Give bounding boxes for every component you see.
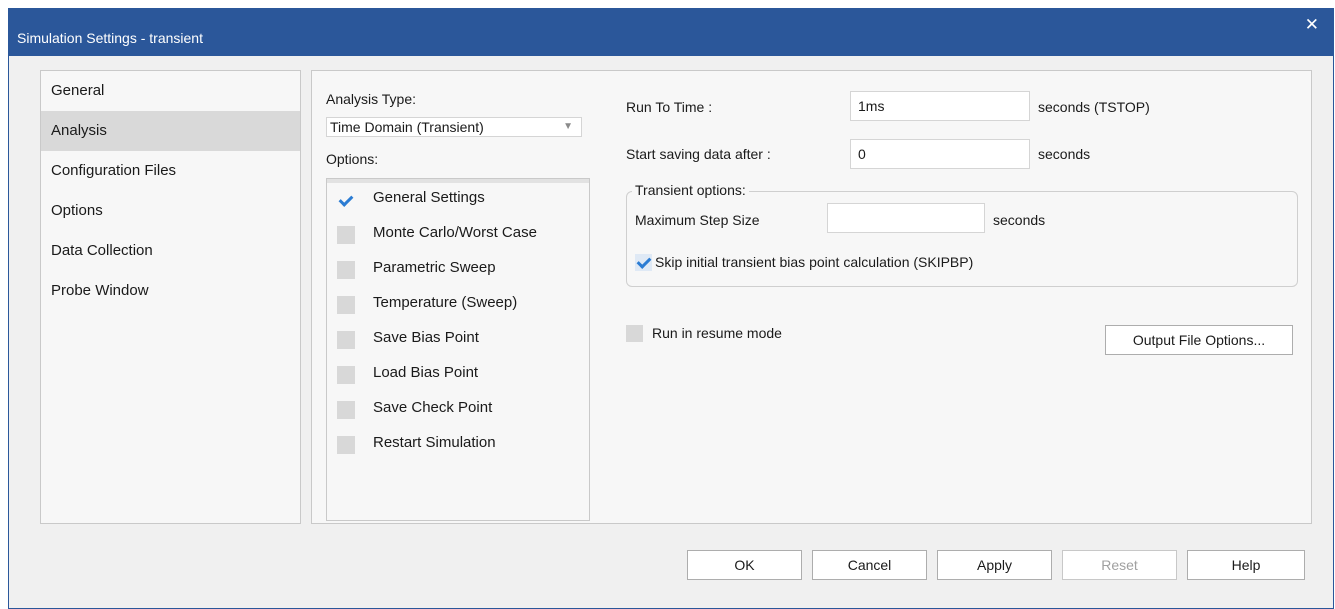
analysis-type-value: Time Domain (Transient) [330, 119, 484, 135]
option-general-settings[interactable]: General Settings [337, 185, 587, 213]
option-checkbox[interactable] [337, 366, 355, 384]
max-step-unit: seconds [993, 212, 1046, 228]
nav-item-probe-window[interactable]: Probe Window [41, 271, 300, 311]
start-saving-label: Start saving data after : [626, 146, 771, 162]
nav-item-general[interactable]: General [41, 71, 300, 111]
option-label: Restart Simulation [373, 434, 496, 451]
ok-button[interactable]: OK [687, 550, 802, 580]
option-restart-simulation[interactable]: Restart Simulation [337, 430, 587, 458]
option-save-bias-point[interactable]: Save Bias Point [337, 325, 587, 353]
option-label: Save Bias Point [373, 329, 479, 346]
run-to-time-label: Run To Time : [626, 99, 713, 115]
cancel-button[interactable]: Cancel [812, 550, 927, 580]
options-list: General Settings Monte Carlo/Worst Case … [326, 178, 590, 521]
option-checkbox[interactable] [337, 261, 355, 279]
skip-bias-checkbox[interactable] [635, 254, 652, 271]
max-step-label: Maximum Step Size [635, 212, 760, 228]
option-label: Save Check Point [373, 399, 493, 416]
nav-item-configuration-files[interactable]: Configuration Files [41, 151, 300, 191]
window-title: Simulation Settings - transient [17, 30, 203, 46]
transient-options-title: Transient options: [632, 182, 749, 198]
option-load-bias-point[interactable]: Load Bias Point [337, 360, 587, 388]
option-monte-carlo[interactable]: Monte Carlo/Worst Case [337, 220, 587, 248]
max-step-input[interactable] [827, 203, 985, 233]
nav-item-analysis[interactable]: Analysis [41, 111, 300, 151]
option-label: Load Bias Point [373, 364, 479, 381]
options-label: Options: [326, 151, 379, 167]
option-checkbox[interactable] [337, 226, 355, 244]
resume-mode-label[interactable]: Run in resume mode [652, 325, 782, 341]
option-checkbox[interactable] [337, 401, 355, 419]
option-checkbox[interactable] [337, 296, 355, 314]
option-label: Monte Carlo/Worst Case [373, 224, 537, 241]
run-to-time-unit: seconds (TSTOP) [1038, 99, 1150, 115]
check-icon[interactable] [337, 191, 355, 209]
settings-nav: General Analysis Configuration Files Opt… [40, 70, 301, 524]
option-label: Temperature (Sweep) [373, 294, 518, 311]
option-save-check-point[interactable]: Save Check Point [337, 395, 587, 423]
option-label: Parametric Sweep [373, 259, 496, 276]
nav-item-options[interactable]: Options [41, 191, 300, 231]
resume-mode-checkbox[interactable] [626, 325, 643, 342]
output-file-options-button[interactable]: Output File Options... [1105, 325, 1293, 355]
option-label: General Settings [373, 189, 485, 206]
run-to-time-input[interactable]: 1ms [850, 91, 1030, 121]
nav-item-data-collection[interactable]: Data Collection [41, 231, 300, 271]
analysis-panel: Analysis Type: Time Domain (Transient) ▼… [311, 70, 1312, 524]
simulation-settings-dialog: Simulation Settings - transient ✕ Genera… [8, 8, 1334, 609]
analysis-type-select[interactable]: Time Domain (Transient) ▼ [326, 117, 582, 137]
option-checkbox[interactable] [337, 436, 355, 454]
start-saving-unit: seconds [1038, 146, 1091, 162]
chevron-down-icon: ▼ [563, 121, 573, 132]
reset-button: Reset [1062, 550, 1177, 580]
option-parametric-sweep[interactable]: Parametric Sweep [337, 255, 587, 283]
apply-button[interactable]: Apply [937, 550, 1052, 580]
option-temperature-sweep[interactable]: Temperature (Sweep) [337, 290, 587, 318]
transient-options-group: Transient options: Maximum Step Size sec… [626, 182, 1298, 287]
option-checkbox[interactable] [337, 331, 355, 349]
start-saving-input[interactable]: 0 [850, 139, 1030, 169]
help-button[interactable]: Help [1187, 550, 1305, 580]
skip-bias-label[interactable]: Skip initial transient bias point calcul… [655, 254, 973, 270]
title-bar: Simulation Settings - transient ✕ [9, 9, 1333, 56]
close-icon[interactable]: ✕ [1305, 15, 1319, 35]
analysis-type-label: Analysis Type: [326, 91, 417, 107]
